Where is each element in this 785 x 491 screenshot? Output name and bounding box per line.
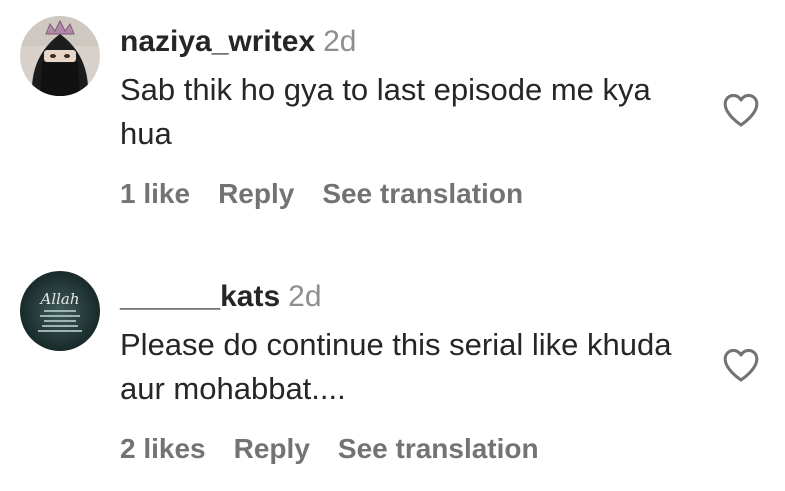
comment-text: Sab thik ho gya to last episode me kya h… <box>120 72 651 151</box>
reply-button[interactable]: Reply <box>218 178 294 209</box>
heart-outline-icon <box>723 348 759 382</box>
avatar[interactable] <box>20 16 100 96</box>
like-button[interactable] <box>722 347 760 383</box>
see-translation-button[interactable]: See translation <box>322 178 523 209</box>
comment-header: naziya_writex 2d <box>120 22 356 62</box>
timestamp[interactable]: 2d <box>323 25 356 58</box>
avatar-niqab-icon <box>20 16 100 96</box>
comment-header: ______kats 2d <box>120 277 322 317</box>
avatar[interactable]: Allah <box>20 271 100 351</box>
username[interactable]: naziya_writex <box>120 25 315 58</box>
avatar-text: Allah <box>38 290 79 308</box>
comment-text: Please do continue this serial like khud… <box>120 327 672 406</box>
username[interactable]: ______kats <box>120 280 280 313</box>
heart-outline-icon <box>723 93 759 127</box>
likes-count[interactable]: 2 likes <box>120 433 206 464</box>
comment-actions: 1 like Reply See translation <box>120 176 551 212</box>
timestamp[interactable]: 2d <box>288 280 321 313</box>
like-button[interactable] <box>722 92 760 128</box>
see-translation-button[interactable]: See translation <box>338 433 539 464</box>
avatar-allah-quote-icon: Allah <box>20 271 100 351</box>
likes-count[interactable]: 1 like <box>120 178 190 209</box>
reply-button[interactable]: Reply <box>234 433 310 464</box>
comment-actions: 2 likes Reply See translation <box>120 431 567 467</box>
